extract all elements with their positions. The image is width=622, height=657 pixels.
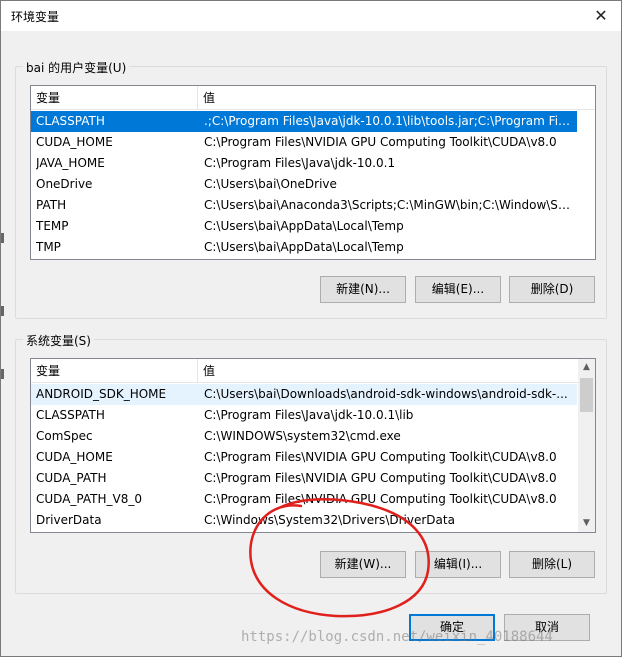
system-variables-list[interactable]: 变量 值 ANDROID_SDK_HOME C:\Users\bai\Downlo… <box>30 358 596 533</box>
table-row[interactable]: PATH C:\Users\bai\Anaconda3\Scripts;C:\Mi… <box>31 195 577 216</box>
user-variables-list[interactable]: 变量 值 CLASSPATH .;C:\Program Files\Java\jd… <box>30 85 596 260</box>
variable-value-cell: C:\Program Files\Java\jdk-10.0.1 <box>204 156 396 170</box>
left-edge-mark <box>1 369 4 379</box>
variable-value-cell: C:\Program Files\NVIDIA GPU Computing To… <box>204 471 557 485</box>
variable-name-cell: JAVA_HOME <box>36 156 105 170</box>
variable-value-cell: C:\Program Files\Java\jdk-10.0.1\lib <box>204 408 414 422</box>
variable-name-cell: ANDROID_SDK_HOME <box>36 387 167 401</box>
variable-value-cell: C:\Users\bai\OneDrive <box>204 177 337 191</box>
close-icon[interactable]: ✕ <box>587 3 615 29</box>
left-edge-mark <box>1 306 4 316</box>
variable-name-cell: DriverData <box>36 513 102 527</box>
table-row[interactable]: CLASSPATH C:\Program Files\Java\jdk-10.0.… <box>31 405 577 426</box>
table-row[interactable]: TMP C:\Users\bai\AppData\Local\Temp <box>31 237 577 258</box>
window-title: 环境变量 <box>11 10 60 24</box>
table-row[interactable]: DriverData C:\Windows\System32\Drivers\Dr… <box>31 510 577 531</box>
system-new-button[interactable]: 新建(W)... <box>320 551 406 578</box>
system-delete-button[interactable]: 删除(L) <box>509 551 595 578</box>
column-header-value[interactable]: 值 <box>198 86 215 110</box>
left-edge-mark <box>1 233 4 243</box>
list-header: 变量 值 <box>31 359 580 383</box>
variable-name-cell: TMP <box>36 240 61 254</box>
scrollbar-thumb[interactable] <box>580 378 593 412</box>
table-row[interactable]: ComSpec C:\WINDOWS\system32\cmd.exe <box>31 426 577 447</box>
system-edit-button[interactable]: 编辑(I)... <box>415 551 501 578</box>
variable-name-cell: CLASSPATH <box>36 408 105 422</box>
table-row[interactable]: CUDA_HOME C:\Program Files\NVIDIA GPU Com… <box>31 132 577 153</box>
user-delete-button[interactable]: 删除(D) <box>509 276 595 303</box>
variable-value-cell: C:\Program Files\NVIDIA GPU Computing To… <box>204 135 557 149</box>
vertical-scrollbar[interactable]: ▲ ▼ <box>578 359 595 532</box>
table-row[interactable]: TEMP C:\Users\bai\AppData\Local\Temp <box>31 216 577 237</box>
variable-value-cell: C:\Program Files\NVIDIA GPU Computing To… <box>204 450 557 464</box>
table-row[interactable]: CLASSPATH .;C:\Program Files\Java\jdk-10.… <box>31 111 577 132</box>
variable-value-cell: C:\Program Files\NVIDIA GPU Computing To… <box>204 492 557 506</box>
variable-name-cell: PATH <box>36 198 67 212</box>
variable-name-cell: OneDrive <box>36 177 93 191</box>
scroll-up-arrow-icon[interactable]: ▲ <box>578 359 595 376</box>
environment-variables-dialog: 环境变量 ✕ bai 的用户变量(U) 变量 值 CLASSPATH .;C:\P… <box>0 0 622 657</box>
variable-value-cell: C:\Windows\System32\Drivers\DriverData <box>204 513 455 527</box>
user-new-button[interactable]: 新建(N)... <box>320 276 406 303</box>
variable-name-cell: CUDA_HOME <box>36 450 113 464</box>
table-row[interactable]: ANDROID_SDK_HOME C:\Users\bai\Downloads\a… <box>31 384 577 405</box>
variable-value-cell: .;C:\Program Files\Java\jdk-10.0.1\lib\t… <box>204 114 572 128</box>
variable-value-cell: C:\WINDOWS\system32\cmd.exe <box>204 429 401 443</box>
variable-name-cell: TEMP <box>36 219 69 233</box>
column-header-variable[interactable]: 变量 <box>31 86 198 110</box>
column-header-value[interactable]: 值 <box>198 359 215 383</box>
scroll-down-arrow-icon[interactable]: ▼ <box>578 515 595 532</box>
variable-value-cell: C:\Users\bai\AppData\Local\Temp <box>204 240 404 254</box>
table-row[interactable]: OneDrive C:\Users\bai\OneDrive <box>31 174 577 195</box>
system-variables-label: 系统变量(S) <box>23 332 94 349</box>
user-edit-button[interactable]: 编辑(E)... <box>415 276 501 303</box>
variable-name-cell: CLASSPATH <box>36 114 105 128</box>
variable-value-cell: C:\Users\bai\Anaconda3\Scripts;C:\MinGW\… <box>204 198 572 212</box>
table-row[interactable]: CUDA_HOME C:\Program Files\NVIDIA GPU Com… <box>31 447 577 468</box>
watermark-text: https://blog.csdn.net/weixin_40188644 <box>241 629 553 645</box>
variable-value-cell: C:\Users\bai\Downloads\android-sdk-windo… <box>204 387 568 401</box>
table-row[interactable]: JAVA_HOME C:\Program Files\Java\jdk-10.0.… <box>31 153 577 174</box>
table-row[interactable]: CUDA_PATH C:\Program Files\NVIDIA GPU Com… <box>31 468 577 489</box>
table-row[interactable]: CUDA_PATH_V8_0 C:\Program Files\NVIDIA GP… <box>31 489 577 510</box>
title-bar: 环境变量 ✕ <box>1 1 621 31</box>
variable-name-cell: CUDA_PATH_V8_0 <box>36 492 142 506</box>
variable-name-cell: CUDA_HOME <box>36 135 113 149</box>
variable-name-cell: CUDA_PATH <box>36 471 107 485</box>
variable-name-cell: ComSpec <box>36 429 93 443</box>
variable-value-cell: C:\Users\bai\AppData\Local\Temp <box>204 219 404 233</box>
list-header: 变量 值 <box>31 86 595 110</box>
column-header-variable[interactable]: 变量 <box>31 359 198 383</box>
user-variables-label: bai 的用户变量(U) <box>23 59 130 76</box>
